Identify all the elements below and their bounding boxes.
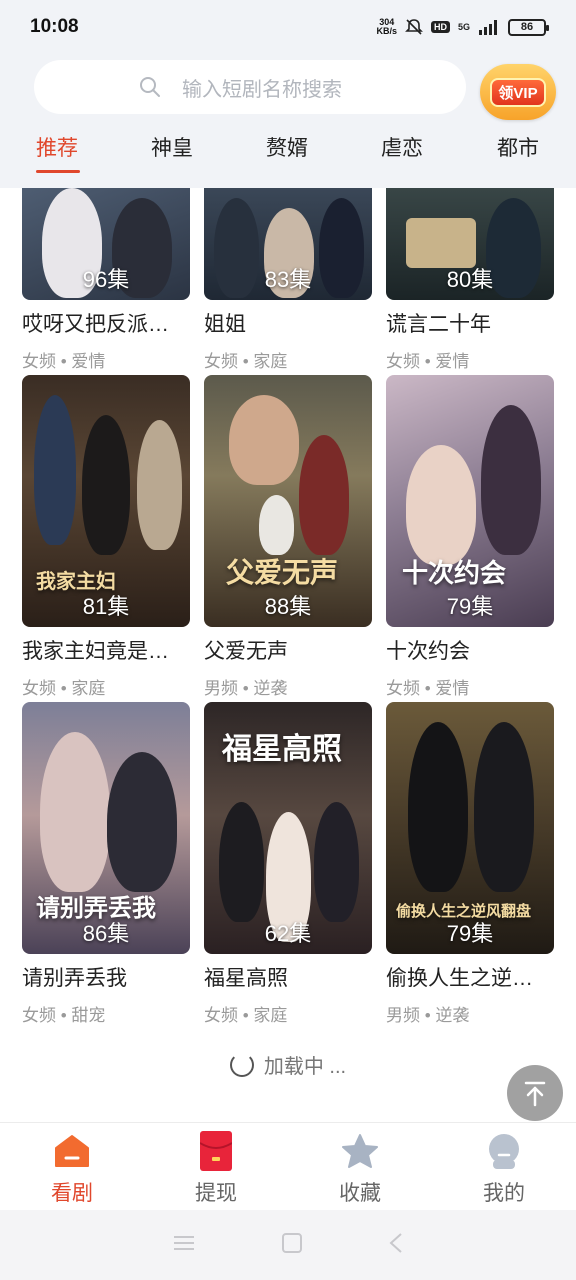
tab-shenhuang[interactable]: 神皇 [151,132,193,162]
status-icons: 304 KB/s HD 5G 86 [376,18,549,36]
drama-tags: 女频 • 爱情 [386,352,470,371]
drama-tags: 女频 • 家庭 [204,1006,288,1025]
drama-poster: 十次约会 79集 [386,375,554,627]
back-icon[interactable] [388,1232,404,1259]
drama-title: 父爱无声 [204,640,288,663]
nav-label: 收藏 [339,1182,381,1205]
network-speed: 304 KB/s [376,18,397,36]
menu-icon[interactable] [172,1233,196,1258]
drama-title: 偷换人生之逆… [386,967,533,990]
episode-count: 81集 [82,594,130,619]
drama-title: 十次约会 [386,640,470,663]
drama-title: 谎言二十年 [386,313,491,336]
drama-card[interactable]: 80集 谎言二十年 女频 • 爱情 [386,188,554,372]
network-speed-unit: KB/s [376,26,397,36]
profile-icon [484,1131,524,1171]
vip-label: 领VIP [490,77,546,107]
drama-card[interactable]: 我家主妇 81集 我家主妇竟是… 女频 • 家庭 [22,375,190,699]
drama-tags: 女频 • 甜宠 [22,1006,106,1025]
hd-icon: HD [430,21,450,33]
drama-tags: 女频 • 爱情 [22,352,106,371]
loading-text: 加载中 ... [263,1056,347,1078]
drama-tags: 女频 • 爱情 [386,679,470,698]
arrow-up-icon [524,1081,546,1107]
signal-icon [478,19,500,35]
episode-count: 88集 [264,594,312,619]
network-type: 5G [457,22,470,32]
bottom-nav: 看剧 提现 收藏 我的 [0,1122,576,1210]
drama-poster: 请别弄丢我 86集 [22,702,190,954]
header: 输入短剧名称搜索 领VIP 推荐 神皇 赘婿 虐恋 都市 [0,54,576,188]
drama-poster: 父爱无声 88集 [204,375,372,627]
tab-nuelian[interactable]: 虐恋 [381,132,423,162]
drama-card[interactable]: 十次约会 79集 十次约会 女频 • 爱情 [386,375,554,699]
search-input[interactable]: 输入短剧名称搜索 [34,60,466,114]
status-time: 10:08 [30,16,79,37]
tab-dushi[interactable]: 都市 [497,132,539,162]
drama-grid: 96集 哎呀又把反派… 女频 • 爱情 83集 姐姐 女频 • 家庭 80集 谎… [0,188,576,1122]
drama-poster: 96集 [22,188,190,300]
loading-indicator: 加载中 ... [0,1050,576,1079]
nav-label: 提现 [195,1182,237,1205]
poster-title-art: 父爱无声 [226,556,339,589]
mute-bell-icon [405,18,423,36]
nav-profile[interactable]: 我的 [432,1123,576,1211]
episode-count: 62集 [264,921,312,946]
red-envelope-icon [196,1131,236,1171]
drama-title: 哎呀又把反派… [22,313,169,336]
drama-poster: 福星高照 62集 [204,702,372,954]
home-square-icon[interactable] [281,1232,303,1259]
battery-level: 86 [520,21,534,33]
tab-recommend[interactable]: 推荐 [36,132,78,162]
drama-tags: 女频 • 家庭 [22,679,106,698]
star-icon [340,1131,380,1171]
drama-poster: 我家主妇 81集 [22,375,190,627]
drama-title: 姐姐 [204,313,246,336]
drama-poster: 80集 [386,188,554,300]
drama-tags: 男频 • 逆袭 [386,1006,470,1025]
vip-button[interactable]: 领VIP [480,64,556,120]
drama-card[interactable]: 83集 姐姐 女频 • 家庭 [204,188,372,372]
nav-label: 我的 [483,1182,525,1205]
drama-poster: 83集 [204,188,372,300]
active-tab-indicator [36,170,80,173]
drama-tags: 男频 • 逆袭 [204,679,288,698]
episode-count: 80集 [446,267,494,292]
drama-title: 福星高照 [204,967,288,990]
drama-card[interactable]: 福星高照 62集 福星高照 女频 • 家庭 [204,702,372,1026]
drama-card[interactable]: 96集 哎呀又把反派… 女频 • 爱情 [22,188,190,372]
poster-title-art: 福星高照 [222,732,342,767]
drama-tags: 女频 • 家庭 [204,352,288,371]
episode-count: 96集 [82,267,130,292]
drama-card[interactable]: 父爱无声 88集 父爱无声 男频 • 逆袭 [204,375,372,699]
drama-card[interactable]: 偷换人生之逆风翻盘 79集 偷换人生之逆… 男频 • 逆袭 [386,702,554,1026]
loading-spinner-icon [229,1052,254,1077]
battery-icon: 86 [508,18,549,36]
system-nav-bar [0,1210,576,1280]
episode-count: 86集 [82,921,130,946]
search-placeholder: 输入短剧名称搜索 [182,78,342,101]
nav-label: 看剧 [51,1182,93,1205]
drama-title: 我家主妇竟是… [22,640,169,663]
episode-count: 79集 [446,921,494,946]
status-bar: 10:08 304 KB/s HD 5G 86 [0,0,576,54]
drama-title: 请别弄丢我 [22,967,127,990]
episode-count: 79集 [446,594,494,619]
nav-favorites[interactable]: 收藏 [288,1123,432,1211]
drama-poster: 偷换人生之逆风翻盘 79集 [386,702,554,954]
poster-title-art: 十次约会 [402,559,507,589]
back-to-top-button[interactable] [507,1065,563,1121]
episode-count: 83集 [264,267,312,292]
home-icon [52,1131,92,1171]
nav-withdraw[interactable]: 提现 [144,1123,288,1211]
tab-zhuixu[interactable]: 赘婿 [266,132,308,162]
nav-watch[interactable]: 看剧 [0,1123,144,1211]
category-tabs: 推荐 神皇 赘婿 虐恋 都市 [0,132,576,182]
search-icon [138,75,162,104]
drama-card[interactable]: 请别弄丢我 86集 请别弄丢我 女频 • 甜宠 [22,702,190,1026]
